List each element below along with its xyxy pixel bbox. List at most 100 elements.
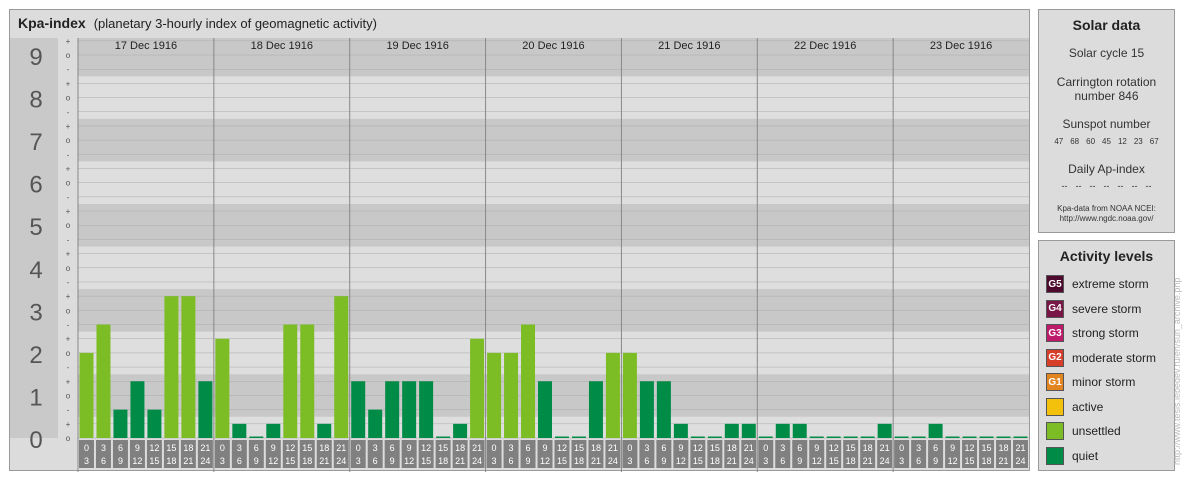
kp-bar bbox=[809, 436, 824, 438]
time-start-label: 15 bbox=[846, 443, 856, 453]
kp-bar bbox=[860, 436, 875, 438]
time-end-label: 3 bbox=[763, 456, 768, 466]
time-start-label: 21 bbox=[336, 443, 346, 453]
day-label: 20 Dec 1916 bbox=[522, 40, 584, 52]
legend-label: unsettled bbox=[1072, 424, 1121, 438]
time-end-label: 24 bbox=[336, 456, 346, 466]
legend-swatch bbox=[1046, 446, 1064, 465]
legend-swatch bbox=[1046, 397, 1064, 416]
time-end-label: 12 bbox=[268, 456, 278, 466]
time-start-label: 0 bbox=[220, 443, 225, 453]
time-start-label: 12 bbox=[421, 443, 431, 453]
time-end-label: 12 bbox=[132, 456, 142, 466]
time-end-label: 15 bbox=[421, 456, 431, 466]
legend-swatch: G4 bbox=[1046, 299, 1064, 318]
time-end-label: 6 bbox=[780, 456, 785, 466]
legend-swatch bbox=[1046, 422, 1064, 440]
time-start-label: 15 bbox=[166, 443, 176, 453]
time-end-label: 3 bbox=[492, 456, 497, 466]
time-start-label: 6 bbox=[797, 443, 802, 453]
y-tick-label: 5 bbox=[29, 214, 42, 241]
y-minor-label: + bbox=[66, 335, 71, 344]
y-minor-label: + bbox=[66, 79, 71, 88]
time-start-label: 12 bbox=[557, 443, 567, 453]
time-start-label: 3 bbox=[101, 443, 106, 453]
time-start-label: 15 bbox=[574, 443, 584, 453]
kp-bar bbox=[826, 436, 841, 438]
time-end-label: 21 bbox=[183, 456, 193, 466]
time-start-label: 15 bbox=[710, 443, 720, 453]
y-minor-label: + bbox=[66, 164, 71, 173]
y-minor-label: o bbox=[66, 94, 71, 103]
kp-bar bbox=[996, 436, 1011, 438]
time-end-label: 21 bbox=[999, 456, 1009, 466]
credit-link[interactable]: http://www.ngdc.noaa.gov/ bbox=[1039, 214, 1174, 224]
sunspot-value: 68 bbox=[1070, 137, 1080, 146]
time-start-label: 12 bbox=[149, 443, 159, 453]
time-start-label: 15 bbox=[302, 443, 312, 453]
y-tick-label: 4 bbox=[29, 257, 42, 284]
day-label: 22 Dec 1916 bbox=[794, 40, 856, 52]
time-end-label: 6 bbox=[373, 456, 378, 466]
kp-bar bbox=[707, 436, 722, 438]
time-start-label: 21 bbox=[1016, 443, 1026, 453]
time-start-label: 6 bbox=[933, 443, 938, 453]
kp-bar bbox=[877, 423, 892, 438]
kp-chart-panel: Kpa-index (planetary 3-hourly index of ge… bbox=[9, 9, 1030, 472]
kp-bar bbox=[741, 423, 756, 438]
time-end-label: 15 bbox=[829, 456, 839, 466]
y-minor-label: o bbox=[66, 264, 71, 273]
time-end-label: 21 bbox=[319, 456, 329, 466]
sunspot-value: 12 bbox=[1117, 137, 1127, 146]
y-minor-label: + bbox=[66, 420, 71, 429]
time-start-label: 9 bbox=[271, 443, 276, 453]
time-start-label: 6 bbox=[118, 443, 123, 453]
kp-bar bbox=[538, 381, 552, 438]
time-end-label: 18 bbox=[302, 456, 312, 466]
time-start-label: 9 bbox=[678, 443, 683, 453]
legend-label: extreme storm bbox=[1072, 277, 1149, 291]
sunspot-value: 23 bbox=[1133, 137, 1143, 146]
kp-bar bbox=[911, 436, 926, 438]
time-start-label: 21 bbox=[744, 443, 754, 453]
legend-item: G5 extreme storm bbox=[1046, 274, 1149, 294]
time-end-label: 6 bbox=[101, 456, 106, 466]
sunspot-values: 47 68 60 45 12 23 67 bbox=[1039, 137, 1174, 146]
time-start-label: 18 bbox=[999, 443, 1009, 453]
time-start-label: 3 bbox=[509, 443, 514, 453]
kp-bar bbox=[843, 436, 858, 438]
time-end-label: 12 bbox=[676, 456, 686, 466]
y-tick-label: 2 bbox=[29, 342, 42, 369]
time-start-label: 15 bbox=[982, 443, 992, 453]
data-credit: Kpa-data from NOAA NCEI: http://www.ngdc… bbox=[1039, 204, 1174, 224]
kp-bar bbox=[639, 381, 654, 438]
carrington-line1: Carrington rotation bbox=[1056, 75, 1157, 89]
legend-label: strong storm bbox=[1072, 326, 1139, 340]
ap-title: Daily Ap-index bbox=[1068, 162, 1145, 176]
sunspot-value: 45 bbox=[1102, 137, 1111, 146]
kp-bar bbox=[436, 436, 451, 438]
time-start-label: 12 bbox=[965, 443, 975, 453]
y-minor-label: + bbox=[66, 292, 71, 301]
y-minor-label: - bbox=[67, 406, 70, 415]
time-end-label: 24 bbox=[472, 456, 482, 466]
time-start-label: 18 bbox=[455, 443, 465, 453]
time-start-label: 21 bbox=[200, 443, 210, 453]
kp-bar bbox=[504, 352, 519, 438]
time-start-label: 12 bbox=[285, 443, 295, 453]
kp-bar bbox=[1013, 436, 1028, 438]
time-start-label: 9 bbox=[407, 443, 412, 453]
time-start-label: 18 bbox=[319, 443, 329, 453]
time-start-label: 9 bbox=[950, 443, 955, 453]
time-start-label: 3 bbox=[916, 443, 921, 453]
time-end-label: 9 bbox=[118, 456, 123, 466]
kp-bar bbox=[96, 324, 111, 438]
time-end-label: 12 bbox=[404, 456, 414, 466]
sunspot-value: 47 bbox=[1054, 137, 1064, 146]
time-end-label: 9 bbox=[797, 456, 802, 466]
ap-value: -- bbox=[1117, 181, 1124, 191]
credit-line1: Kpa-data from NOAA NCEI: bbox=[1057, 204, 1156, 213]
kp-chart: 0 + o 1 + o - 2 + o - 3 + o - 4 + o - 5 + o - 6 + o - 7 + o - 8 + o - 9 + o - 1… bbox=[10, 37, 1029, 472]
carrington-line2: number 846 bbox=[1074, 89, 1139, 103]
kp-bar bbox=[894, 436, 909, 438]
